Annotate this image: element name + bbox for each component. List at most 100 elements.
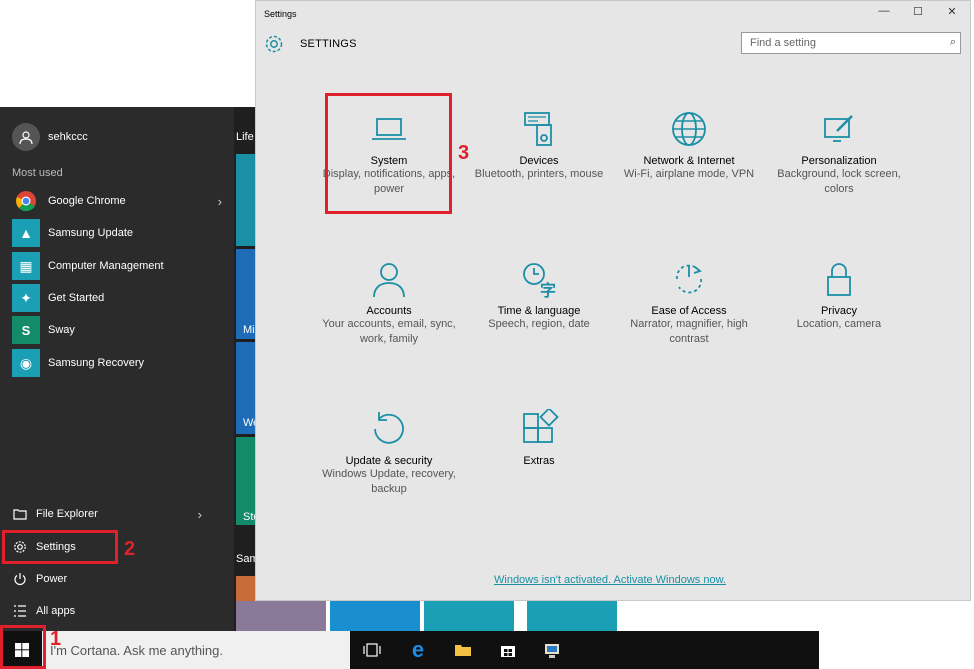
lightbulb-icon: ✦ (12, 284, 40, 312)
time-language-icon: 字 (523, 263, 556, 299)
settings-category-ease-of-access[interactable]: Ease of Access Narrator, magnifier, high… (614, 259, 764, 347)
all-apps-label: All apps (36, 605, 76, 617)
task-view-icon (363, 643, 381, 657)
settings-category-privacy[interactable]: Privacy Location, camera (764, 259, 914, 332)
list-item-label: Sway (48, 324, 75, 336)
settings-category-devices[interactable]: Devices Bluetooth, printers, mouse (464, 109, 614, 182)
find-setting-placeholder: Find a setting (750, 37, 817, 49)
samsung-recovery-icon: ◉ (12, 349, 40, 377)
list-item-computer-management[interactable]: ▦ Computer Management (12, 252, 222, 280)
find-setting-input[interactable]: Find a setting ⌕ (741, 32, 961, 54)
close-button[interactable]: ✕ (938, 5, 966, 23)
minimize-button[interactable]: — (870, 5, 898, 23)
file-explorer-label: File Explorer (36, 508, 98, 520)
tile[interactable] (424, 601, 514, 631)
ease-of-access-icon (676, 264, 702, 294)
settings-category-personalization[interactable]: Personalization Background, lock screen,… (764, 109, 914, 197)
category-desc: Background, lock screen, colors (777, 168, 901, 195)
all-apps-item[interactable]: All apps (12, 599, 212, 623)
globe-icon (672, 112, 706, 146)
highlight-box-settings (2, 530, 118, 564)
chevron-right-icon[interactable]: › (198, 507, 202, 522)
list-item-samsung-update[interactable]: ▲ Samsung Update (12, 219, 222, 247)
list-item-sway[interactable]: S Sway (12, 316, 222, 344)
folder-icon (12, 506, 28, 522)
settings-window: Settings — ☐ ✕ SETTINGS Find a setting ⌕… (255, 0, 971, 601)
settings-category-update-security[interactable]: Update & security Windows Update, recove… (314, 409, 464, 497)
category-desc: Windows Update, recovery, backup (322, 468, 456, 495)
computer-management-icon: ▦ (12, 252, 40, 280)
category-name: Time & language (497, 305, 581, 317)
category-desc: Bluetooth, printers, mouse (474, 168, 604, 180)
power-item[interactable]: Power (12, 567, 212, 591)
list-item-label: Computer Management (48, 260, 164, 272)
app-taskbar-button[interactable] (530, 631, 574, 669)
sway-icon: S (12, 316, 40, 344)
user-name: sehkccc (48, 131, 88, 143)
edge-icon: e (411, 637, 425, 662)
task-view-button[interactable] (350, 631, 394, 669)
settings-category-extras[interactable]: Extras (464, 409, 614, 467)
tile[interactable] (236, 601, 326, 631)
category-name: Privacy (820, 305, 858, 317)
app-icon (545, 644, 559, 658)
edge-button[interactable]: e (396, 631, 440, 669)
category-name: Update & security (345, 455, 433, 467)
most-used-label: Most used (12, 167, 63, 179)
category-name: Ease of Access (651, 305, 727, 317)
store-button[interactable] (486, 631, 530, 669)
list-item-get-started[interactable]: ✦ Get Started (12, 284, 222, 312)
category-name: Network & Internet (643, 155, 735, 167)
person-icon (373, 263, 405, 298)
list-icon (12, 603, 28, 619)
gear-icon (264, 34, 284, 54)
cortana-placeholder: I'm Cortana. Ask me anything. (50, 642, 224, 658)
file-explorer-item[interactable]: File Explorer › (12, 502, 212, 526)
settings-category-accounts[interactable]: Accounts Your accounts, email, sync, wor… (314, 259, 464, 347)
chevron-right-icon[interactable]: › (218, 194, 222, 209)
tile-group-life: Life (236, 131, 254, 143)
update-icon (374, 412, 404, 444)
tile[interactable] (236, 154, 256, 246)
list-item-label: Get Started (48, 292, 105, 304)
category-desc: Your accounts, email, sync, work, family (322, 318, 456, 345)
activate-windows-link[interactable]: Windows isn't activated. Activate Window… (494, 574, 726, 586)
maximize-button[interactable]: ☐ (904, 5, 932, 23)
chrome-icon (12, 187, 40, 215)
list-item-label: Samsung Recovery (48, 357, 144, 369)
search-icon: ⌕ (949, 36, 956, 48)
user-account[interactable]: sehkccc (12, 123, 88, 151)
tile[interactable] (236, 576, 256, 601)
avatar (12, 123, 40, 151)
folder-icon (455, 645, 471, 656)
list-item-label: Samsung Update (48, 227, 133, 239)
settings-category-time-language[interactable]: 字 Time & language Speech, region, date (464, 259, 614, 332)
samsung-update-icon: ▲ (12, 219, 40, 247)
category-desc: Location, camera (796, 318, 882, 330)
category-desc: Speech, region, date (488, 318, 590, 330)
power-icon (12, 571, 28, 587)
category-name: Personalization (801, 155, 877, 167)
user-icon (19, 131, 33, 144)
category-desc: Narrator, magnifier, high contrast (630, 318, 748, 345)
tile[interactable] (330, 601, 420, 631)
store-icon (501, 646, 515, 657)
step-number-2: 2 (124, 538, 136, 560)
tile-label: Mi (243, 324, 255, 336)
file-explorer-taskbar-button[interactable] (441, 631, 485, 669)
page-title: SETTINGS (300, 38, 357, 50)
list-item-label: Google Chrome (48, 195, 126, 207)
step-number-3: 3 (458, 142, 470, 164)
list-item-samsung-recovery[interactable]: ◉ Samsung Recovery (12, 349, 222, 377)
category-name: Extras (523, 455, 555, 467)
tile[interactable] (527, 601, 617, 631)
cortana-search-box[interactable]: I'm Cortana. Ask me anything. (42, 631, 350, 669)
svg-text:字: 字 (540, 281, 556, 299)
power-label: Power (36, 573, 68, 585)
category-desc: Wi-Fi, airplane mode, VPN (623, 168, 755, 180)
category-name: Devices (519, 155, 559, 167)
lock-icon (827, 263, 851, 296)
list-item-chrome[interactable]: Google Chrome › (12, 187, 222, 215)
settings-category-network[interactable]: Network & Internet Wi-Fi, airplane mode,… (614, 109, 764, 182)
highlight-box-start (0, 625, 46, 669)
